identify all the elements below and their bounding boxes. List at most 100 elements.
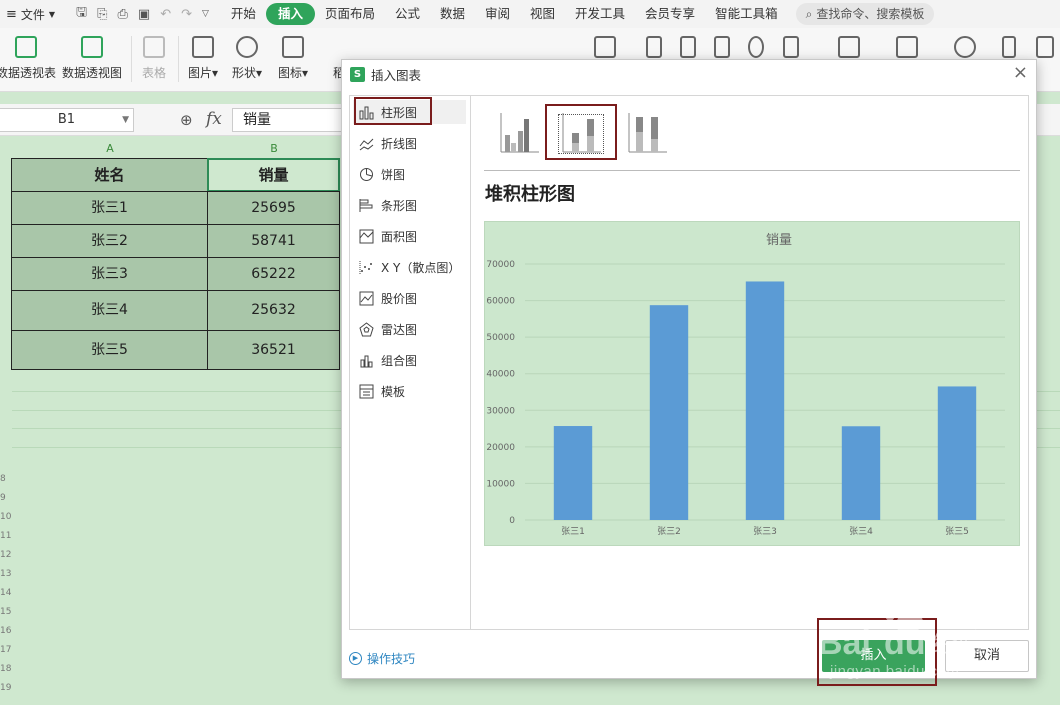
row-number[interactable]: 9 — [0, 493, 6, 503]
row-number[interactable]: 12 — [0, 550, 11, 560]
shape-icon — [236, 36, 259, 58]
sales-cell[interactable]: 25695 — [207, 191, 340, 225]
header-cell-name[interactable]: 姓名 — [11, 158, 208, 192]
template-icon — [359, 384, 374, 399]
sales-cell[interactable]: 25632 — [207, 290, 340, 331]
line-chart-button[interactable] — [714, 36, 730, 58]
picture-label: 图片▾ — [188, 66, 219, 80]
chart-type-radar[interactable]: 雷达图 — [353, 317, 466, 341]
tab-smart-toolbox[interactable]: 智能工具箱 — [705, 3, 788, 25]
selection-highlight — [354, 97, 432, 125]
wordart-button[interactable] — [954, 36, 976, 58]
chart-type-bar[interactable]: 条形图 — [353, 193, 466, 217]
chart-bar — [937, 386, 977, 520]
chart-type-label: 模板 — [381, 384, 406, 399]
name-box[interactable]: B1 ▼ — [0, 108, 134, 132]
name-cell[interactable]: 张三4 — [11, 290, 208, 331]
table-button[interactable]: 表格 — [142, 36, 166, 81]
customize-dropdown-icon[interactable]: ▽ — [202, 9, 209, 19]
export-pdf-icon[interactable]: ⎘ — [97, 7, 107, 22]
row-number[interactable]: 15 — [0, 607, 11, 617]
icon-library-button[interactable]: 图标▾ — [278, 36, 308, 81]
tab-insert[interactable]: 插入 — [265, 3, 315, 25]
function-icon[interactable]: fx — [206, 109, 222, 129]
subtype-percent-stacked-column[interactable] — [627, 113, 667, 153]
chevron-down-icon[interactable]: ▼ — [122, 109, 129, 131]
save-icon[interactable]: 🖫 — [76, 3, 87, 25]
radar-chart-button[interactable] — [748, 36, 764, 58]
y-tick-label: 10000 — [486, 479, 515, 489]
row-number[interactable]: 11 — [0, 531, 11, 541]
chart-type-stock[interactable]: 股价图 — [353, 286, 466, 310]
area-chart-button[interactable] — [783, 36, 799, 58]
chart-type-label: 面积图 — [381, 229, 418, 244]
shape-button[interactable]: 形状▾ — [232, 36, 262, 81]
chart-type-scatter[interactable]: X Y（散点图） — [353, 255, 466, 279]
row-number[interactable]: 10 — [0, 512, 11, 522]
attachment-button[interactable] — [1002, 36, 1016, 58]
sales-cell[interactable]: 58741 — [207, 224, 340, 258]
chart-svg: 销量 0 10000 20000 30000 40000 50000 60000 70000 张三… — [486, 233, 1005, 537]
tab-member[interactable]: 会员专享 — [635, 3, 705, 25]
row-number[interactable]: 19 — [0, 683, 11, 693]
tab-home[interactable]: 开始 — [221, 3, 266, 25]
area-chart-icon — [359, 229, 374, 244]
formula-input[interactable]: 销量 — [232, 108, 352, 132]
name-cell[interactable]: 张三2 — [11, 224, 208, 258]
chart-type-pie[interactable]: 饼图 — [353, 162, 466, 186]
x-tick-label: 张三5 — [945, 526, 969, 537]
file-menu[interactable]: ≡ 文件 ▼ — [0, 6, 64, 23]
tips-link[interactable]: ▶ 操作技巧 — [349, 650, 415, 667]
name-cell[interactable]: 张三3 — [11, 257, 208, 291]
tab-developer[interactable]: 开发工具 — [565, 3, 635, 25]
cancel-button[interactable]: 取消 — [945, 640, 1029, 672]
row-number[interactable]: 14 — [0, 588, 11, 598]
chart-type-template[interactable]: 模板 — [353, 379, 466, 403]
sales-cell[interactable]: 65222 — [207, 257, 340, 291]
undo-icon[interactable]: ↶ — [160, 7, 171, 22]
camera-button[interactable] — [1036, 36, 1054, 58]
close-icon[interactable]: × — [1013, 62, 1028, 83]
stock-chart-icon — [359, 291, 374, 306]
subtype-clustered-column[interactable] — [499, 113, 539, 153]
row-number[interactable]: 18 — [0, 664, 11, 674]
tab-formulas[interactable]: 公式 — [385, 3, 430, 25]
horizontal-bar-button[interactable] — [680, 36, 696, 58]
tab-data[interactable]: 数据 — [430, 3, 475, 25]
row-number[interactable]: 17 — [0, 645, 11, 655]
name-cell[interactable]: 张三5 — [11, 330, 208, 370]
file-menu-label: 文件 — [20, 7, 45, 22]
pivot-table-label: 数据透视表 — [0, 66, 57, 80]
redo-icon[interactable]: ↷ — [181, 7, 192, 22]
bar-chart-button[interactable] — [646, 36, 662, 58]
zoom-icon[interactable]: ⊕ — [180, 111, 193, 129]
area-chart-icon — [783, 36, 799, 58]
y-tick-label: 40000 — [486, 370, 515, 380]
name-cell[interactable]: 张三1 — [11, 191, 208, 225]
header-cell-sales[interactable]: 销量 — [207, 158, 340, 192]
column-header-a[interactable]: A — [12, 142, 208, 156]
header-footer-button[interactable] — [896, 36, 918, 58]
chart-type-line[interactable]: 折线图 — [353, 131, 466, 155]
command-search[interactable]: ⌕ 查找命令、搜索模板 — [795, 3, 935, 25]
chart-type-area[interactable]: 面积图 — [353, 224, 466, 248]
row-number[interactable]: 16 — [0, 626, 11, 636]
textbox-button[interactable] — [838, 36, 860, 58]
tab-page-layout[interactable]: 页面布局 — [315, 3, 385, 25]
column-chart-button[interactable] — [594, 36, 616, 58]
chart-type-label: 组合图 — [381, 353, 418, 368]
tab-review[interactable]: 审阅 — [475, 3, 520, 25]
chart-type-combo[interactable]: 组合图 — [353, 348, 466, 372]
row-number[interactable]: 13 — [0, 569, 11, 579]
print-icon[interactable]: ⎙ — [117, 7, 127, 22]
row-number[interactable]: 8 — [0, 474, 6, 484]
pivot-table-button[interactable]: 数据透视表 — [0, 36, 56, 81]
pivot-chart-button[interactable]: 数据透视图 — [62, 36, 122, 81]
tab-view[interactable]: 视图 — [520, 3, 565, 25]
sales-cell[interactable]: 36521 — [207, 330, 340, 370]
print-preview-icon[interactable]: ▣ — [138, 7, 150, 22]
clustered-column-icon — [500, 113, 539, 153]
column-header-b[interactable]: B — [208, 142, 340, 156]
picture-button[interactable]: 图片▾ — [188, 36, 218, 81]
insert-button[interactable]: 插入 — [822, 640, 925, 672]
